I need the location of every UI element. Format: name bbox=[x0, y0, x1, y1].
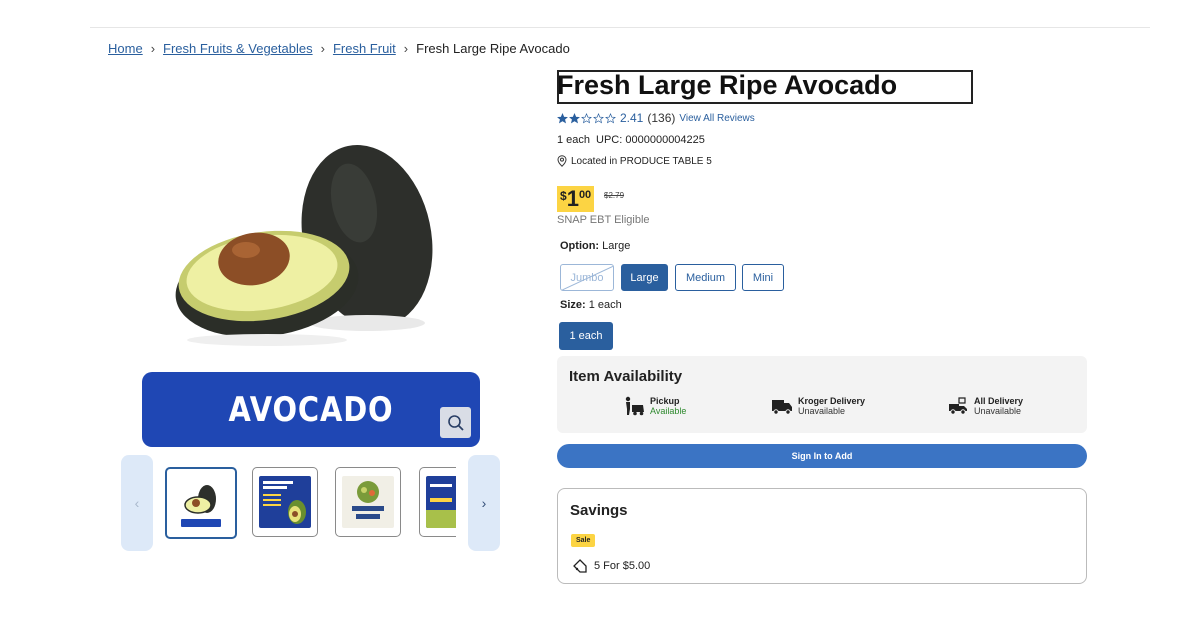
sale-price: $ 1 00 bbox=[557, 186, 595, 212]
upc: UPC: 0000000004225 bbox=[596, 134, 705, 146]
breadcrumb-fresh-fruit[interactable]: Fresh Fruit bbox=[333, 41, 396, 56]
size-selected-value: 1 each bbox=[588, 299, 622, 311]
option-mini-button[interactable]: Mini bbox=[742, 264, 784, 291]
size-1-each-button[interactable]: 1 each bbox=[559, 322, 613, 350]
all-delivery-truck-icon bbox=[949, 397, 967, 415]
option-medium-button[interactable]: Medium bbox=[675, 264, 736, 291]
carousel-next-button[interactable]: › bbox=[468, 455, 500, 551]
option-large-button[interactable]: Large bbox=[621, 264, 668, 291]
zoom-button[interactable] bbox=[440, 407, 471, 438]
carousel-prev-button[interactable]: ‹ bbox=[121, 455, 153, 551]
review-count: (136) bbox=[647, 111, 676, 125]
thumbnail-bowl[interactable] bbox=[335, 467, 401, 537]
pickup-label: Pickup bbox=[650, 396, 680, 406]
star-filled-icon bbox=[557, 112, 568, 123]
view-all-reviews-link[interactable]: View All Reviews bbox=[679, 113, 754, 124]
product-rating: 2.41 (136) View All Reviews bbox=[557, 111, 755, 125]
pickup-status: Available bbox=[650, 406, 687, 416]
size-label: Size: 1 each bbox=[560, 299, 622, 311]
chevron-right-icon: › bbox=[150, 41, 156, 56]
product-location: Located in PRODUCE TABLE 5 bbox=[557, 155, 712, 167]
pickup-icon bbox=[625, 396, 644, 416]
item-availability-panel: Item Availability Pickup Available Kroge… bbox=[557, 356, 1087, 433]
rating-value: 2.41 bbox=[620, 111, 644, 125]
option-label: Option: Large bbox=[560, 240, 630, 252]
chevron-left-icon: ‹ bbox=[134, 495, 140, 511]
breadcrumb-current: Fresh Large Ripe Avocado bbox=[416, 41, 570, 56]
sign-in-to-add-button[interactable]: Sign In to Add bbox=[557, 444, 1087, 468]
thumbnail-diced-image bbox=[426, 476, 456, 528]
thumbnail-avocado[interactable] bbox=[165, 467, 237, 539]
option-jumbo-button[interactable]: Jumbo bbox=[560, 264, 614, 291]
savings-deal[interactable]: 5 For $5.00 bbox=[572, 558, 650, 574]
availability-title: Item Availability bbox=[569, 368, 683, 385]
savings-deal-text: 5 For $5.00 bbox=[594, 560, 651, 572]
all-delivery-label: All Delivery bbox=[974, 396, 1024, 406]
star-filled-icon bbox=[569, 112, 580, 123]
savings-panel: Savings Sale 5 For $5.00 bbox=[557, 488, 1087, 584]
availability-all-delivery: All Delivery Unavailable bbox=[947, 396, 1023, 416]
size-label-key: Size: bbox=[560, 299, 586, 311]
search-icon bbox=[447, 414, 464, 431]
product-banner: AVOCADO bbox=[142, 372, 480, 447]
thumbnail-strip bbox=[165, 467, 456, 539]
banner-text: AVOCADO bbox=[228, 389, 394, 430]
option-large-label: Large bbox=[630, 271, 659, 284]
option-mini-label: Mini bbox=[752, 271, 774, 284]
price-tag-icon bbox=[573, 559, 587, 573]
thumbnail-bowl-image bbox=[342, 476, 394, 528]
delivery-truck-icon bbox=[772, 400, 792, 415]
option-label-key: Option: bbox=[560, 240, 600, 252]
location-text: Located in PRODUCE TABLE 5 bbox=[571, 155, 712, 167]
savings-title: Savings bbox=[570, 502, 628, 519]
chevron-right-icon: › bbox=[481, 495, 487, 511]
option-selected-value: Large bbox=[602, 240, 631, 252]
chevron-right-icon: › bbox=[320, 41, 325, 56]
snap-eligibility: SNAP EBT Eligible bbox=[557, 214, 650, 226]
option-jumbo-label: Jumbo bbox=[570, 271, 604, 284]
star-empty-icon bbox=[605, 112, 616, 123]
sale-badge: Sale bbox=[571, 534, 596, 547]
price-whole: 1 bbox=[566, 186, 579, 211]
original-price: $2.79 bbox=[604, 191, 625, 200]
breadcrumb: Home › Fresh Fruits & Vegetables › Fresh… bbox=[108, 41, 570, 56]
star-empty-icon bbox=[593, 112, 604, 123]
all-delivery-status: Unavailable bbox=[974, 406, 1022, 416]
location-pin-icon bbox=[557, 155, 567, 167]
option-medium-label: Medium bbox=[685, 271, 726, 284]
product-photo bbox=[142, 108, 480, 370]
product-main-image[interactable]: AVOCADO bbox=[142, 108, 480, 448]
product-title: Fresh Large Ripe Avocado bbox=[557, 70, 898, 100]
thumbnail-avocado-image bbox=[175, 477, 227, 529]
thumbnail-nutrient-rich[interactable] bbox=[252, 467, 318, 537]
avocado-image bbox=[175, 145, 433, 346]
chevron-right-icon: › bbox=[403, 41, 409, 56]
star-empty-icon bbox=[581, 112, 592, 123]
kroger-delivery-label: Kroger Delivery bbox=[798, 396, 866, 406]
header-divider bbox=[90, 27, 1150, 28]
availability-pickup: Pickup Available bbox=[623, 396, 686, 416]
price-cents: 00 bbox=[578, 189, 592, 201]
unit-size: 1 each bbox=[557, 134, 591, 146]
price-dollar-sign: $ bbox=[560, 189, 567, 203]
product-unit-info: 1 each UPC: 0000000004225 bbox=[557, 134, 705, 146]
breadcrumb-home[interactable]: Home bbox=[108, 41, 143, 56]
breadcrumb-fresh-fruits-vegetables[interactable]: Fresh Fruits & Vegetables bbox=[163, 41, 313, 56]
thumbnail-diced[interactable] bbox=[419, 467, 456, 537]
thumbnail-nutrient-rich-image bbox=[259, 476, 311, 528]
rating-stars bbox=[557, 112, 616, 124]
kroger-delivery-status: Unavailable bbox=[798, 406, 846, 416]
availability-kroger-delivery: Kroger Delivery Unavailable bbox=[771, 396, 865, 416]
